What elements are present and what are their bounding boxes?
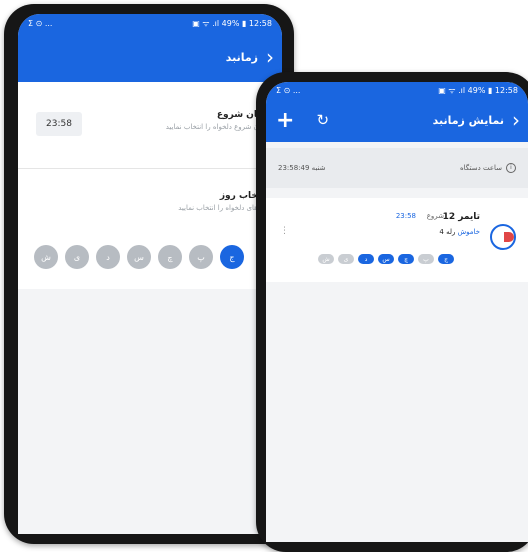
day-select-subtitle: روزهای دلخواه را انتخاب نمایید — [178, 204, 268, 212]
device-clock-label: ساعت دستگاه — [459, 164, 502, 172]
status-right: ▣ ᯤ .ıl 49% ▮ 12:58 — [438, 85, 518, 95]
timer-day-active: ج — [438, 254, 454, 264]
timer-day: ش — [318, 254, 334, 264]
timer-day-active: چ — [398, 254, 414, 264]
refresh-icon[interactable]: ↻ — [316, 111, 329, 129]
chevron-right-icon[interactable]: › — [512, 110, 520, 130]
more-options-icon[interactable]: ⋮ — [280, 226, 289, 236]
clock-icon: i — [506, 163, 516, 173]
day-button[interactable]: ی — [65, 245, 89, 269]
device-clock-value: شنبه 23:58:49 — [278, 164, 326, 172]
timer-day: ی — [338, 254, 354, 264]
timer-day-active: د — [358, 254, 374, 264]
day-buttons: ش ی د س چ پ ج — [34, 245, 244, 269]
status-right: ▣ ᯤ .ıl 49% ▮ 12:58 — [192, 18, 272, 28]
app-bar: + ↻ نمایش زمانبد › — [266, 98, 528, 142]
device-clock-row: شنبه 23:58:49 ساعت دستگاه i — [266, 148, 528, 188]
day-select-label-block: انتخاب روز روزهای دلخواه را انتخاب نمایی… — [178, 191, 268, 212]
phone-right: Σ ⊙ ... ▣ ᯤ .ıl 49% ▮ 12:58 + ↻ نمایش زم… — [256, 72, 528, 552]
timer-relay: رله 4 — [439, 228, 456, 236]
app-bar: زمانبد › — [18, 32, 282, 82]
day-button[interactable]: ش — [34, 245, 58, 269]
start-time-value[interactable]: 23:58 — [36, 112, 82, 136]
timer-card[interactable]: ⋮ 23:58 شروع تایمر 12 خاموش رله 4 ش ی د … — [266, 198, 528, 282]
app-bar-actions: + ↻ — [276, 98, 329, 142]
stopwatch-icon — [490, 224, 516, 250]
timer-relay-line: خاموش رله 4 — [439, 228, 480, 236]
status-left: Σ ⊙ ... — [276, 85, 301, 95]
status-bar: Σ ⊙ ... ▣ ᯤ .ıl 49% ▮ 12:58 — [266, 82, 528, 98]
start-time-subtitle: زمان شروع دلخواه را انتخاب نمایید — [165, 123, 268, 131]
timer-start-time: 23:58 — [395, 212, 416, 220]
start-time-label-block: زمان شروع زمان شروع دلخواه را انتخاب نما… — [166, 110, 268, 131]
timer-start-label: شروع — [426, 212, 444, 220]
phone-left: Σ ⊙ ... ▣ ᯤ .ıl 49% ▮ 12:58 زمانبد › 23:… — [4, 4, 294, 544]
timer-days: ش ی د س چ پ ج — [318, 254, 454, 264]
timer-state: خاموش — [457, 228, 480, 236]
timer-day: پ — [418, 254, 434, 264]
screen-right: Σ ⊙ ... ▣ ᯤ .ıl 49% ▮ 12:58 + ↻ نمایش زم… — [266, 82, 528, 542]
day-button[interactable]: چ — [158, 245, 182, 269]
chevron-right-icon[interactable]: › — [266, 47, 274, 67]
page-title: زمانبد — [225, 50, 258, 64]
timer-day-active: س — [378, 254, 394, 264]
plus-icon[interactable]: + — [276, 108, 294, 133]
device-clock-label-group: ساعت دستگاه i — [460, 163, 516, 173]
day-button[interactable]: د — [96, 245, 120, 269]
day-select-title: انتخاب روز — [219, 191, 268, 201]
timer-name: تایمر 12 — [442, 212, 480, 222]
day-button[interactable]: پ — [189, 245, 213, 269]
day-select-row: انتخاب روز روزهای دلخواه را انتخاب نمایی… — [18, 169, 282, 289]
day-button-selected[interactable]: ج — [220, 245, 244, 269]
status-left: Σ ⊙ ... — [28, 18, 53, 28]
status-bar: Σ ⊙ ... ▣ ᯤ .ıl 49% ▮ 12:58 — [18, 14, 282, 32]
start-time-row[interactable]: 23:58 زمان شروع زمان شروع دلخواه را انتخ… — [18, 82, 282, 169]
day-button[interactable]: س — [127, 245, 151, 269]
screen-left: Σ ⊙ ... ▣ ᯤ .ıl 49% ▮ 12:58 زمانبد › 23:… — [18, 14, 282, 534]
page-title: نمایش زمانبد — [432, 113, 504, 127]
start-time-title: زمان شروع — [216, 110, 268, 120]
